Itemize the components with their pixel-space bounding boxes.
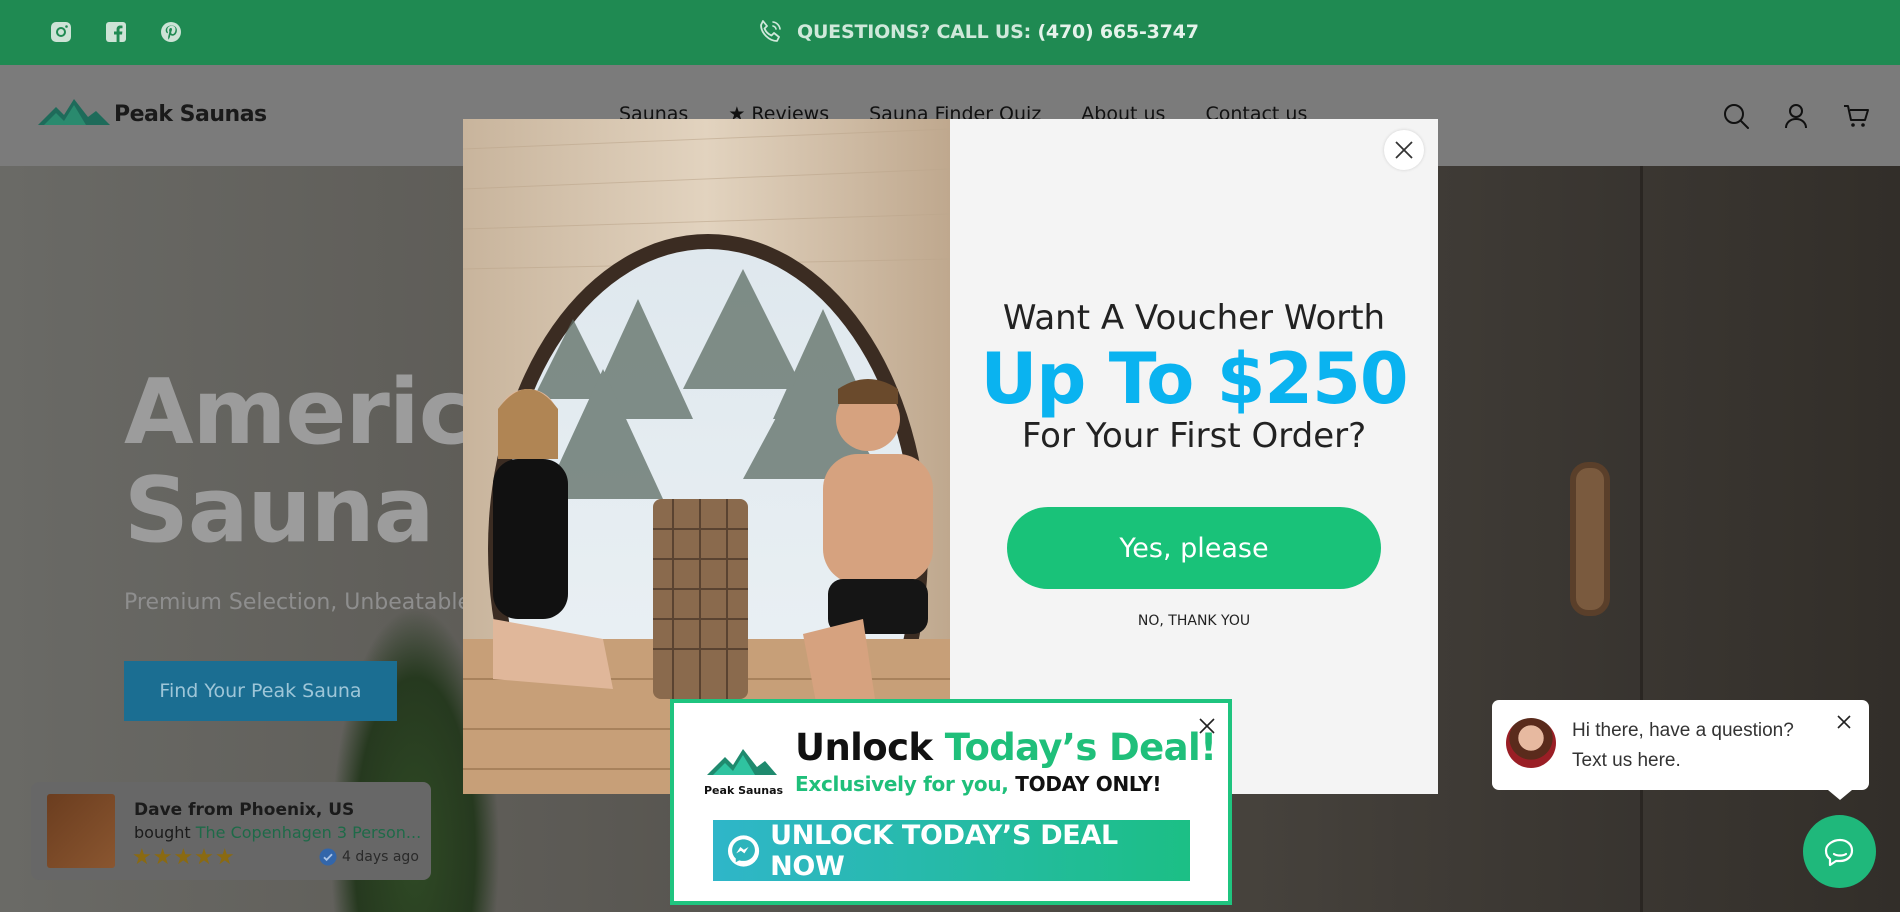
- purchase-time: 4 days ago: [319, 848, 419, 866]
- messenger-icon: [727, 834, 760, 867]
- sauna-couple-image: [463, 119, 950, 794]
- chat-message: Hi there, have a question? Text us here.: [1572, 720, 1794, 771]
- deal-subheadline: Exclusively for you, TODAY ONLY!: [795, 772, 1162, 796]
- voucher-amount: Up To $250: [980, 338, 1408, 420]
- cart-icon[interactable]: [1841, 101, 1871, 131]
- product-link[interactable]: The Copenhagen 3 Person...: [196, 823, 421, 842]
- hero-sauna-door: [1640, 166, 1900, 912]
- yes-please-button[interactable]: Yes, please: [1007, 507, 1381, 589]
- find-sauna-button[interactable]: Find Your Peak Sauna: [124, 661, 397, 721]
- deal-logo: Peak Saunas: [704, 745, 784, 797]
- close-icon: [1395, 141, 1413, 159]
- chat-close-icon[interactable]: [1836, 714, 1852, 730]
- unlock-deal-button[interactable]: UNLOCK TODAY’S DEAL NOW: [713, 820, 1190, 882]
- verified-check-icon: [319, 848, 337, 866]
- instagram-icon[interactable]: [49, 20, 73, 44]
- phone-callout[interactable]: QUESTIONS? CALL US: (470) 665-3747: [755, 17, 1199, 47]
- phone-icon: [760, 20, 781, 42]
- search-icon[interactable]: [1721, 101, 1751, 131]
- account-icon[interactable]: [1781, 101, 1811, 131]
- voucher-modal: Want A Voucher Worth Up To $250 For Your…: [463, 119, 1438, 794]
- deal-banner: Peak Saunas Unlock Today’s Deal! Exclusi…: [670, 699, 1232, 905]
- modal-close-button[interactable]: [1384, 130, 1424, 170]
- chat-launcher-button[interactable]: [1803, 815, 1876, 888]
- logo-text: Peak Saunas: [114, 102, 267, 127]
- chat-bubble-tail: [1828, 790, 1852, 800]
- mountain-logo-icon: [38, 99, 110, 125]
- chat-greeting[interactable]: Hi there, have a question? Text us here.: [1492, 700, 1869, 800]
- voucher-heading-line3: For Your First Order?: [1021, 416, 1367, 456]
- deal-headline: Unlock Today’s Deal!: [795, 726, 1217, 769]
- hero-door-handle: [1570, 462, 1610, 616]
- rating-stars: ★★★★★: [132, 844, 236, 869]
- voucher-heading-line1: Want A Voucher Worth: [1002, 298, 1386, 338]
- logo[interactable]: Peak Saunas: [38, 95, 267, 127]
- deal-logo-text: Peak Saunas: [704, 784, 784, 797]
- product-thumbnail: [47, 794, 115, 868]
- facebook-icon[interactable]: [104, 20, 128, 44]
- chat-icon: [1824, 838, 1853, 866]
- phone-text: QUESTIONS? CALL US: (470) 665-3747: [797, 21, 1199, 43]
- mountain-logo-icon: [707, 749, 777, 775]
- buyer-name: Dave from Phoenix, US: [134, 800, 355, 820]
- purchase-line: bought The Copenhagen 3 Person...: [134, 823, 422, 842]
- phone-number[interactable]: (470) 665-3747: [1037, 21, 1198, 43]
- agent-avatar: [1506, 718, 1556, 768]
- pinterest-icon[interactable]: [159, 20, 183, 44]
- hero-subtitle: Premium Selection, Unbeatable P: [124, 590, 492, 615]
- recent-purchase-popup[interactable]: Dave from Phoenix, US bought The Copenha…: [31, 782, 431, 880]
- announcement-bar: QUESTIONS? CALL US: (470) 665-3747: [0, 0, 1900, 65]
- no-thank-you-link[interactable]: NO, THANK YOU: [950, 613, 1438, 629]
